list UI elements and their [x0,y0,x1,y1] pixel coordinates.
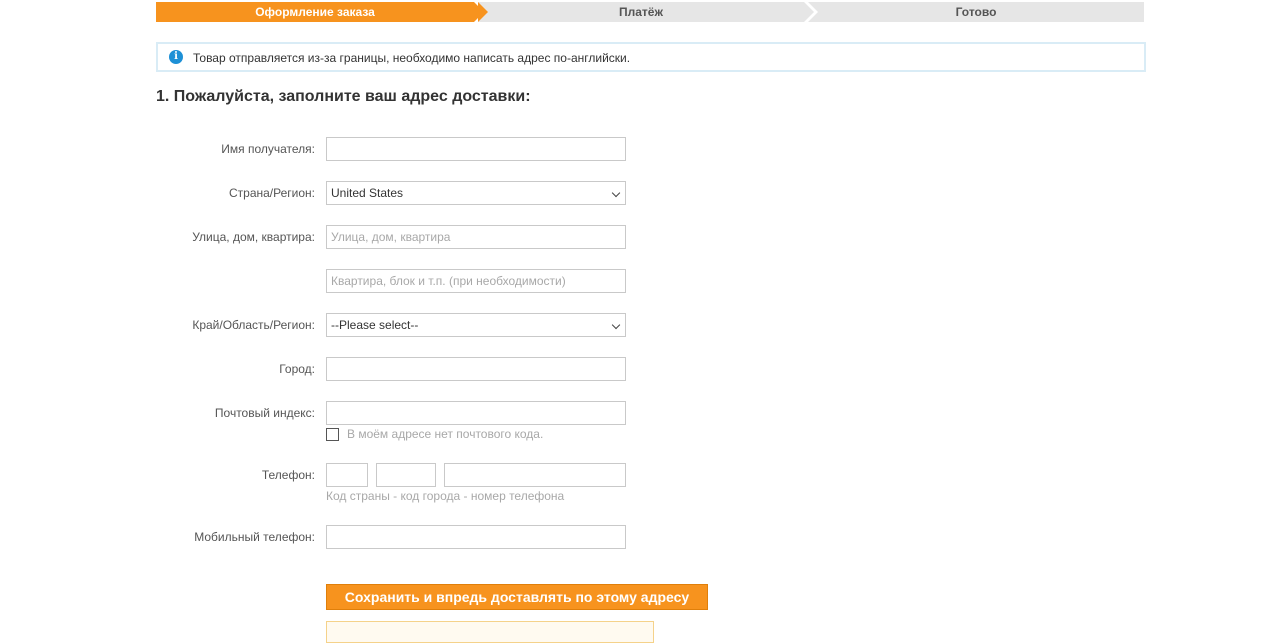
region-select[interactable]: --Please select-- [326,313,626,337]
region-label: Край/Область/Регион: [192,318,315,332]
tooltip-box [326,621,654,643]
phone-number-input[interactable] [444,463,626,487]
mobile-label: Мобильный телефон: [194,530,315,544]
zip-input[interactable] [326,401,626,425]
mobile-input[interactable] [326,525,626,549]
step-payment-label: Платёж [619,5,663,19]
chevron-down-icon [611,188,621,198]
step-arrow [804,2,814,22]
zip-label: Почтовый индекс: [214,406,315,420]
city-input[interactable] [326,357,626,381]
notice-text: Товар отправляется из-за границы, необхо… [193,51,631,65]
info-icon: i [169,50,183,64]
step-done: Готово [808,2,1144,22]
step-payment: Платёж [478,2,818,22]
region-select-value: --Please select-- [331,318,419,332]
recipient-label: Имя получателя: [221,142,315,156]
street-label: Улица, дом, квартира: [192,230,315,244]
step-order-label: Оформление заказа [255,5,375,19]
country-select[interactable]: United States [326,181,626,205]
save-address-button[interactable]: Сохранить и впредь доставлять по этому а… [326,584,708,610]
step-arrow [474,2,484,22]
city-label: Город: [279,362,315,376]
recipient-input[interactable] [326,137,626,161]
progress-steps: Оформление заказа Платёж Готово [156,2,1144,22]
notice-banner: i Товар отправляется из-за границы, необ… [156,42,1146,72]
chevron-down-icon [611,320,621,330]
phone-country-code-input[interactable] [326,463,368,487]
apartment-input[interactable]: Квартира, блок и т.п. (при необходимости… [326,269,626,293]
no-zip-label: В моём адресе нет почтового кода. [347,427,544,441]
country-select-value: United States [331,186,404,200]
step-order: Оформление заказа [156,2,488,22]
no-zip-checkbox[interactable] [326,428,339,441]
section-title: 1. Пожалуйста, заполните ваш адрес доста… [156,88,531,105]
step-done-label: Готово [955,5,997,19]
phone-hint: Код страны - код города - номер телефона [326,489,565,503]
phone-area-code-input[interactable] [376,463,436,487]
phone-label: Телефон: [261,468,315,482]
street-input[interactable]: Улица, дом, квартира [326,225,626,249]
country-label: Страна/Регион: [228,186,315,200]
